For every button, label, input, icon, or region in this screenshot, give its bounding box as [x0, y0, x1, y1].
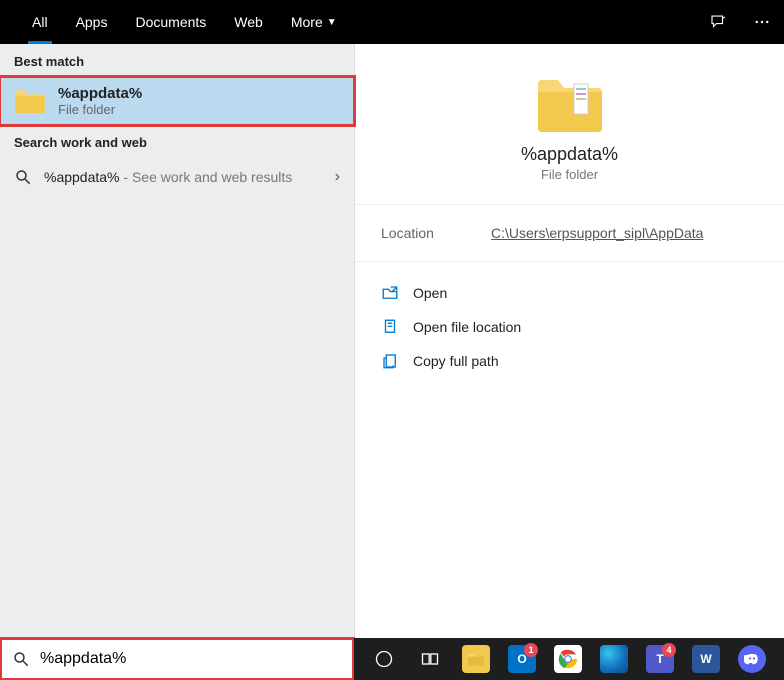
preview-location-value[interactable]: C:\Users\erpsupport_sipl\AppData [491, 225, 703, 241]
tab-apps[interactable]: Apps [62, 0, 122, 44]
preview-hero: %appdata% File folder [355, 44, 784, 205]
tab-more[interactable]: More▼ [277, 0, 351, 44]
task-view-icon[interactable] [410, 638, 450, 680]
folder-icon [14, 87, 46, 115]
folder-open-icon [381, 318, 399, 336]
chevron-down-icon: ▼ [327, 17, 337, 28]
search-icon [12, 650, 30, 668]
tab-web[interactable]: Web [220, 0, 277, 44]
search-input[interactable] [40, 650, 342, 668]
preview-subtitle: File folder [541, 167, 598, 182]
bottom-bar: O1 T4 W [0, 638, 784, 680]
taskbar-teams[interactable]: T4 [640, 638, 680, 680]
search-box[interactable] [0, 638, 354, 680]
best-match-text: %appdata% File folder [58, 85, 142, 117]
cortana-icon[interactable] [364, 638, 404, 680]
taskbar-file-explorer[interactable] [456, 638, 496, 680]
web-result-row[interactable]: %appdata% - See work and web results › [0, 158, 354, 196]
tab-documents[interactable]: Documents [121, 0, 220, 44]
preview-pane: %appdata% File folder Location C:\Users\… [354, 44, 784, 638]
tab-all[interactable]: All [18, 0, 62, 44]
taskbar-outlook[interactable]: O1 [502, 638, 542, 680]
preview-location-key: Location [381, 225, 491, 241]
search-filter-tabs: All Apps Documents Web More▼ [0, 0, 784, 44]
best-match-result[interactable]: %appdata% File folder [0, 77, 354, 125]
search-results-panel: Best match %appdata% File folder Search … [0, 44, 784, 638]
action-copy-path[interactable]: Copy full path [375, 344, 764, 378]
copy-icon [381, 352, 399, 370]
chevron-right-icon: › [335, 168, 340, 186]
action-open[interactable]: Open [375, 276, 764, 310]
taskbar-chrome[interactable] [548, 638, 588, 680]
preview-actions: Open Open file location Copy full path [355, 262, 784, 392]
preview-location-row: Location C:\Users\erpsupport_sipl\AppDat… [355, 205, 784, 262]
taskbar-discord[interactable] [732, 638, 772, 680]
folder-large-icon [534, 74, 606, 134]
taskbar-word[interactable]: W [686, 638, 726, 680]
badge-count: 4 [662, 643, 676, 657]
search-icon [14, 168, 32, 186]
feedback-icon[interactable] [696, 0, 740, 44]
open-icon [381, 284, 399, 302]
web-result-label: %appdata% - See work and web results [44, 169, 292, 185]
results-list: Best match %appdata% File folder Search … [0, 44, 354, 638]
best-match-header: Best match [0, 44, 354, 77]
taskbar: O1 T4 W [354, 638, 784, 680]
badge-count: 1 [524, 643, 538, 657]
action-open-location[interactable]: Open file location [375, 310, 764, 344]
more-options-icon[interactable] [740, 0, 784, 44]
preview-title: %appdata% [521, 144, 618, 165]
taskbar-edge[interactable] [594, 638, 634, 680]
search-work-web-header: Search work and web [0, 125, 354, 158]
